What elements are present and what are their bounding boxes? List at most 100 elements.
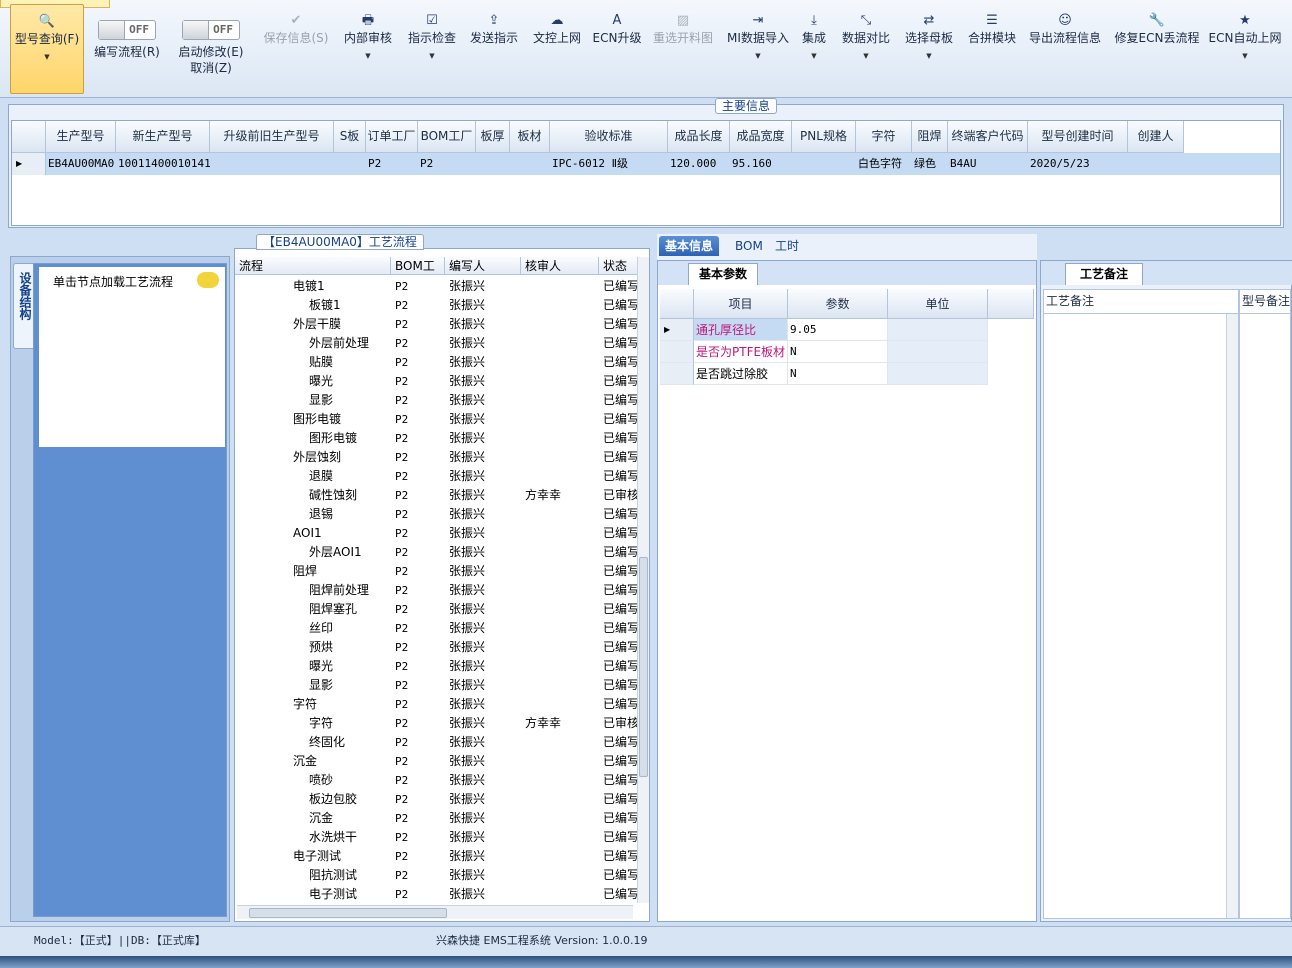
tree-row[interactable]: 板镀1 P2 张振兴 已编写: [235, 296, 639, 315]
tree-row[interactable]: −字符P2张振兴已编写: [235, 695, 639, 714]
grid-cell[interactable]: P2: [418, 153, 476, 175]
tab-bom[interactable]: BOM: [729, 236, 769, 256]
ribbon-btn-1[interactable]: OFF 编写流程(R): [90, 12, 164, 82]
tree-row[interactable]: 退膜 P2 张振兴 已编写: [235, 467, 639, 486]
grid-cell[interactable]: [334, 153, 366, 175]
process-remarks-box[interactable]: 工艺备注: [1043, 289, 1239, 919]
param-row-selector[interactable]: ▶: [660, 319, 694, 341]
grid-cell[interactable]: [792, 153, 856, 175]
model-remarks-box[interactable]: 型号备注: [1239, 289, 1292, 919]
grid-cell[interactable]: B4AU: [948, 153, 1028, 175]
tree-row[interactable]: −阻焊P2张振兴已编写: [235, 562, 639, 581]
ribbon-btn-13[interactable]: ⇄ 选择母板 ▼: [901, 12, 957, 82]
tree-row[interactable]: 预烘 P2 张振兴 已编写: [235, 638, 639, 657]
tree-row[interactable]: 阻焊前处理 P2 张振兴 已编写: [235, 581, 639, 600]
tree-row[interactable]: −电子测试P2张振兴已编写: [235, 847, 639, 866]
tree-row[interactable]: 水洗烘干 P2 张振兴 已编写: [235, 828, 639, 847]
tree-row[interactable]: 曝光 P2 张振兴 已编写: [235, 372, 639, 391]
tree-scroll-thumb[interactable]: [639, 557, 648, 777]
ribbon-btn-6[interactable]: ⇪ 发送指示: [466, 12, 522, 82]
ribbon-btn-9[interactable]: ▨ 重选开料图: [650, 12, 716, 82]
tree-row[interactable]: 贴膜 P2 张振兴 已编写: [235, 353, 639, 372]
tree-row[interactable]: −沉金P2张振兴已编写: [235, 752, 639, 771]
tree-row[interactable]: 显影 P2 张振兴 已编写: [235, 676, 639, 695]
param-item[interactable]: 通孔厚径比: [694, 319, 788, 341]
column-header[interactable]: 成品宽度: [730, 121, 792, 153]
param-value[interactable]: N: [788, 341, 888, 363]
tree-column-header[interactable]: 流程: [235, 257, 391, 275]
column-header[interactable]: 创建人: [1128, 121, 1184, 153]
param-value[interactable]: N: [788, 363, 888, 385]
chevron-down-icon[interactable]: ▼: [901, 52, 957, 60]
tree-row[interactable]: 外层前处理 P2 张振兴 已编写: [235, 334, 639, 353]
tree-horizontal-scrollbar[interactable]: [237, 905, 633, 919]
subtab-basic-params[interactable]: 基本参数: [688, 263, 758, 285]
ribbon-btn-7[interactable]: ☁ 文控上网: [529, 12, 585, 82]
tree-row[interactable]: 喷砂 P2 张振兴 已编写: [235, 771, 639, 790]
column-header[interactable]: BOM工厂: [418, 121, 476, 153]
column-header[interactable]: 订单工厂: [366, 121, 418, 153]
ribbon-btn-12[interactable]: ⤡ 数据对比 ▼: [838, 12, 894, 82]
ribbon-btn-4[interactable]: 🖶 内部审核 ▼: [340, 12, 396, 82]
cancel-label[interactable]: 取消(Z): [174, 60, 248, 76]
node-hint-box[interactable]: 单击节点加载工艺流程: [39, 267, 225, 447]
tree-row[interactable]: 板边包胶 P2 张振兴 已编写: [235, 790, 639, 809]
column-header[interactable]: 生产型号: [46, 121, 116, 153]
column-header[interactable]: 成品长度: [668, 121, 730, 153]
chevron-down-icon[interactable]: ▼: [404, 52, 460, 60]
grid-cell[interactable]: 120.000: [668, 153, 730, 175]
column-header[interactable]: 新生产型号: [116, 121, 210, 153]
tree-row[interactable]: −电镀1P2张振兴已编写: [235, 277, 639, 296]
column-header[interactable]: S板: [334, 121, 366, 153]
chevron-down-icon[interactable]: ▼: [340, 52, 396, 60]
ribbon-btn-8[interactable]: A ECN升级: [591, 12, 643, 82]
tab-basic-info[interactable]: 基本信息: [659, 236, 720, 256]
tree-row[interactable]: 终固化 P2 张振兴 已编写: [235, 733, 639, 752]
tree-row[interactable]: −图形电镀P2张振兴已编写: [235, 410, 639, 429]
tree-vertical-scrollbar[interactable]: [637, 257, 649, 903]
tree-row[interactable]: −外层蚀刻P2张振兴已编写: [235, 448, 639, 467]
grid-cell[interactable]: [210, 153, 334, 175]
vertical-tab-equipment[interactable]: 设备结构: [13, 263, 35, 349]
tree-row[interactable]: 碱性蚀刻 P2 张振兴 方幸幸 已审核: [235, 486, 639, 505]
column-header[interactable]: 终端客户代码: [948, 121, 1028, 153]
chevron-down-icon[interactable]: ▼: [799, 52, 829, 60]
grid-cell[interactable]: 95.160: [730, 153, 792, 175]
tree-row[interactable]: 曝光 P2 张振兴 已编写: [235, 657, 639, 676]
row-selector-icon[interactable]: ▶: [12, 153, 46, 175]
tree-column-header[interactable]: 核审人: [521, 257, 599, 275]
grid-cell[interactable]: 绿色: [912, 153, 948, 175]
toggle-switch-icon[interactable]: OFF: [98, 20, 156, 40]
tree-row[interactable]: 阻焊塞孔 P2 张振兴 已编写: [235, 600, 639, 619]
grid-cell[interactable]: [476, 153, 510, 175]
ribbon-btn-0[interactable]: 🔍 型号查询(F) ▼: [10, 4, 84, 94]
grid-cell[interactable]: 2020/5/23: [1028, 153, 1128, 175]
ribbon-btn-5[interactable]: ☑ 指示检查 ▼: [404, 12, 460, 82]
grid-cell[interactable]: EB4AU00MA0: [46, 153, 116, 175]
column-header[interactable]: 升级前旧生产型号: [210, 121, 334, 153]
toggle-switch-icon[interactable]: OFF: [182, 20, 240, 40]
ribbon-btn-11[interactable]: ⤓ 集成 ▼: [799, 12, 829, 82]
param-row-selector[interactable]: [660, 363, 694, 385]
ribbon-btn-15[interactable]: ☺ 导出流程信息: [1026, 12, 1104, 82]
column-header[interactable]: 板材: [510, 121, 550, 153]
param-column-header[interactable]: 参数: [788, 289, 888, 319]
param-column-header[interactable]: 项目: [694, 289, 788, 319]
param-item[interactable]: 是否为PTFE板材: [694, 341, 788, 363]
tree-row[interactable]: 沉金 P2 张振兴 已编写: [235, 809, 639, 828]
tree-row[interactable]: 阻抗测试 P2 张振兴 已编写: [235, 866, 639, 885]
grid-cell[interactable]: P2: [366, 153, 418, 175]
tree-column-header[interactable]: BOM工厂: [391, 257, 445, 275]
param-unit[interactable]: [888, 341, 988, 363]
tree-row[interactable]: 外层AOI1 P2 张振兴 已编写: [235, 543, 639, 562]
tree-column-header[interactable]: 编写人: [445, 257, 521, 275]
chevron-down-icon[interactable]: ▼: [838, 52, 894, 60]
param-column-header[interactable]: 单位: [888, 289, 988, 319]
remarks-scrollbar[interactable]: [1226, 314, 1238, 918]
ribbon-btn-10[interactable]: ⇥ MI数据导入 ▼: [724, 12, 792, 82]
grid-cell[interactable]: [1128, 153, 1184, 175]
tree-row[interactable]: 丝印 P2 张振兴 已编写: [235, 619, 639, 638]
column-header[interactable]: 型号创建时间: [1028, 121, 1128, 153]
chevron-down-icon[interactable]: ▼: [724, 52, 792, 60]
tree-hscroll-thumb[interactable]: [249, 908, 447, 918]
